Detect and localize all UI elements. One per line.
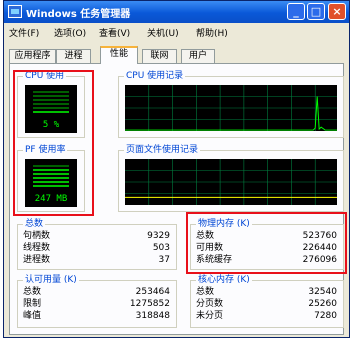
graph-grid bbox=[125, 85, 337, 131]
commit-charge-label: 认可用量 (K) bbox=[23, 275, 79, 286]
totals-group: 总数 句柄数 9329 线程数 503 进程数 37 bbox=[17, 219, 177, 270]
kernel-row-paged: 分页数 25260 bbox=[196, 299, 337, 310]
close-button[interactable]: × bbox=[328, 3, 346, 20]
menu-options[interactable]: 选项(O) bbox=[54, 26, 86, 39]
cpu-history-group: CPU 使用记录 bbox=[118, 71, 344, 138]
kernel-total-value: 32540 bbox=[308, 287, 337, 297]
kernel-paged-value: 25260 bbox=[308, 299, 337, 309]
threads-label: 线程数 bbox=[23, 243, 51, 253]
pf-history-group: 页面文件使用记录 bbox=[118, 145, 344, 212]
cpu-history-chart bbox=[125, 85, 337, 131]
kernel-paged-label: 分页数 bbox=[196, 299, 224, 309]
maximize-button[interactable]: □ bbox=[307, 3, 325, 20]
threads-value: 503 bbox=[152, 243, 170, 253]
commit-peak-label: 峰值 bbox=[23, 311, 42, 321]
handles-label: 句柄数 bbox=[23, 231, 51, 241]
totals-row-handles: 句柄数 9329 bbox=[23, 231, 170, 242]
commit-row-total: 总数 253464 bbox=[23, 287, 170, 298]
kernel-nonpaged-label: 未分页 bbox=[196, 311, 224, 321]
commit-total-label: 总数 bbox=[23, 287, 42, 297]
tab-applications[interactable]: 应用程序 bbox=[9, 49, 56, 63]
graph-grid bbox=[125, 159, 337, 205]
cpu-history-graph bbox=[125, 85, 337, 131]
minimize-button[interactable]: _ bbox=[287, 3, 305, 20]
handles-value: 9329 bbox=[147, 231, 170, 241]
menu-shutdown[interactable]: 关机(U) bbox=[147, 26, 179, 39]
window-title: Windows 任务管理器 bbox=[26, 9, 131, 20]
menu-file[interactable]: 文件(F) bbox=[9, 26, 39, 39]
tab-performance[interactable]: 性能 bbox=[100, 46, 138, 64]
tab-users[interactable]: 用户 bbox=[181, 49, 215, 63]
cpu-history-line bbox=[125, 96, 337, 131]
kernel-nonpaged-value: 7280 bbox=[314, 311, 337, 321]
menu-bar: 文件(F) 选项(O) 查看(V) 关机(U) 帮助(H) bbox=[4, 24, 349, 40]
task-manager-app-icon bbox=[8, 5, 22, 18]
totals-row-threads: 线程数 503 bbox=[23, 243, 170, 254]
kernel-total-label: 总数 bbox=[196, 287, 215, 297]
totals-label: 总数 bbox=[23, 219, 46, 230]
title-bar[interactable]: Windows 任务管理器 _ □ × bbox=[4, 1, 349, 23]
commit-limit-label: 限制 bbox=[23, 299, 42, 309]
tab-strip: 应用程序 进程 性能 联网 用户 bbox=[4, 46, 349, 64]
cpu-history-label: CPU 使用记录 bbox=[124, 71, 186, 82]
commit-charge-group: 认可用量 (K) 总数 253464 限制 1275852 峰值 318848 bbox=[17, 275, 177, 328]
tab-networking[interactable]: 联网 bbox=[142, 49, 177, 63]
pf-history-chart bbox=[125, 159, 337, 205]
kernel-memory-label: 核心内存 (K) bbox=[196, 275, 252, 286]
performance-panel: CPU 使用 5 % CPU 使用记录 PF 使用率 247 MB 页面文件使用… bbox=[9, 63, 347, 335]
commit-row-peak: 峰值 318848 bbox=[23, 311, 170, 322]
commit-peak-value: 318848 bbox=[135, 311, 170, 321]
pf-history-graph bbox=[125, 159, 337, 205]
task-manager-window: Windows 任务管理器 _ □ × 文件(F) 选项(O) 查看(V) 关机… bbox=[3, 0, 350, 338]
commit-total-value: 253464 bbox=[135, 287, 170, 297]
kernel-memory-group: 核心内存 (K) 总数 32540 分页数 25260 未分页 7280 bbox=[190, 275, 344, 328]
menu-help[interactable]: 帮助(H) bbox=[196, 26, 228, 39]
pf-history-label: 页面文件使用记录 bbox=[124, 145, 201, 156]
highlight-box-physical-memory bbox=[186, 212, 347, 274]
tab-processes[interactable]: 进程 bbox=[56, 49, 91, 63]
commit-row-limit: 限制 1275852 bbox=[23, 299, 170, 310]
highlight-box-usage bbox=[13, 70, 94, 216]
kernel-row-nonpaged: 未分页 7280 bbox=[196, 311, 337, 322]
menu-view[interactable]: 查看(V) bbox=[99, 26, 130, 39]
kernel-row-total: 总数 32540 bbox=[196, 287, 337, 298]
totals-row-processes: 进程数 37 bbox=[23, 255, 170, 266]
processes-label: 进程数 bbox=[23, 255, 51, 265]
processes-value: 37 bbox=[158, 255, 170, 265]
commit-limit-value: 1275852 bbox=[129, 299, 170, 309]
